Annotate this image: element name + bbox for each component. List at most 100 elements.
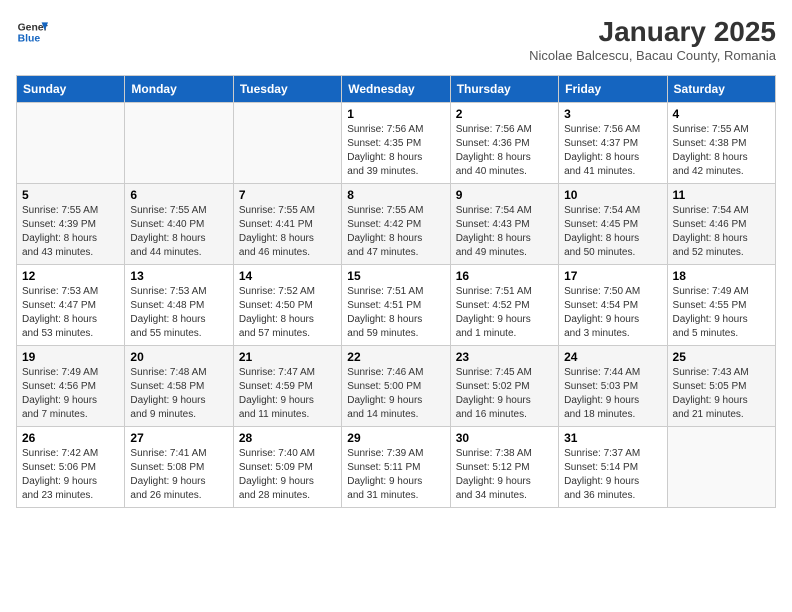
calendar-cell: 8 Sunrise: 7:55 AMSunset: 4:42 PMDaylight… bbox=[342, 184, 450, 265]
day-info: Sunrise: 7:42 AMSunset: 5:06 PMDaylight:… bbox=[22, 447, 119, 503]
day-info: Sunrise: 7:53 AMSunset: 4:47 PMDaylight:… bbox=[22, 285, 119, 341]
calendar-cell bbox=[17, 103, 125, 184]
day-number: 31 bbox=[564, 431, 661, 445]
day-info: Sunrise: 7:53 AMSunset: 4:48 PMDaylight:… bbox=[130, 285, 227, 341]
day-info: Sunrise: 7:55 AMSunset: 4:39 PMDaylight:… bbox=[22, 204, 119, 260]
day-number: 15 bbox=[347, 269, 444, 283]
calendar-week-3: 12Sunrise: 7:53 AMSunset: 4:47 PMDayligh… bbox=[17, 265, 776, 346]
calendar-cell: 21 Sunrise: 7:47 AMSunset: 4:59 PMDayligh… bbox=[233, 346, 341, 427]
calendar-week-1: 1Sunrise: 7:56 AMSunset: 4:35 PMDaylight… bbox=[17, 103, 776, 184]
day-number: 23 bbox=[456, 350, 553, 364]
page-header: General Blue January 2025 Nicolae Balces… bbox=[16, 16, 776, 63]
calendar-cell: 31 Sunrise: 7:37 AMSunset: 5:14 PMDayligh… bbox=[559, 427, 667, 508]
weekday-header-sunday: Sunday bbox=[17, 76, 125, 103]
day-info: Sunrise: 7:54 AMSunset: 4:43 PMDaylight:… bbox=[456, 204, 553, 260]
svg-text:Blue: Blue bbox=[18, 34, 41, 45]
day-number: 26 bbox=[22, 431, 119, 445]
day-number: 10 bbox=[564, 188, 661, 202]
day-number: 21 bbox=[239, 350, 336, 364]
day-info: Sunrise: 7:56 AMSunset: 4:36 PMDaylight:… bbox=[456, 123, 553, 179]
day-info: Sunrise: 7:37 AMSunset: 5:14 PMDaylight:… bbox=[564, 447, 661, 503]
weekday-header-row: SundayMondayTuesdayWednesdayThursdayFrid… bbox=[17, 76, 776, 103]
day-info: Sunrise: 7:39 AMSunset: 5:11 PMDaylight:… bbox=[347, 447, 444, 503]
day-number: 11 bbox=[673, 188, 770, 202]
calendar-cell: 3Sunrise: 7:56 AMSunset: 4:37 PMDaylight… bbox=[559, 103, 667, 184]
weekday-header-wednesday: Wednesday bbox=[342, 76, 450, 103]
calendar-cell: 12Sunrise: 7:53 AMSunset: 4:47 PMDayligh… bbox=[17, 265, 125, 346]
day-number: 28 bbox=[239, 431, 336, 445]
day-number: 13 bbox=[130, 269, 227, 283]
logo-icon: General Blue bbox=[16, 16, 48, 48]
day-info: Sunrise: 7:49 AMSunset: 4:55 PMDaylight:… bbox=[673, 285, 770, 341]
month-title: January 2025 bbox=[529, 16, 776, 48]
logo: General Blue bbox=[16, 16, 48, 48]
calendar-cell: 14 Sunrise: 7:52 AMSunset: 4:50 PMDayligh… bbox=[233, 265, 341, 346]
day-info: Sunrise: 7:51 AMSunset: 4:52 PMDaylight:… bbox=[456, 285, 553, 341]
day-info: Sunrise: 7:41 AMSunset: 5:08 PMDaylight:… bbox=[130, 447, 227, 503]
day-number: 20 bbox=[130, 350, 227, 364]
calendar-cell bbox=[125, 103, 233, 184]
day-info: Sunrise: 7:55 AMSunset: 4:42 PMDaylight:… bbox=[347, 204, 444, 260]
calendar-cell: 17 Sunrise: 7:50 AMSunset: 4:54 PMDayligh… bbox=[559, 265, 667, 346]
day-number: 14 bbox=[239, 269, 336, 283]
day-info: Sunrise: 7:54 AMSunset: 4:46 PMDaylight:… bbox=[673, 204, 770, 260]
calendar-cell: 25 Sunrise: 7:43 AMSunset: 5:05 PMDayligh… bbox=[667, 346, 775, 427]
day-number: 8 bbox=[347, 188, 444, 202]
day-number: 4 bbox=[673, 107, 770, 121]
calendar-cell: 29Sunrise: 7:39 AMSunset: 5:11 PMDayligh… bbox=[342, 427, 450, 508]
day-number: 25 bbox=[673, 350, 770, 364]
day-number: 22 bbox=[347, 350, 444, 364]
calendar-cell: 26 Sunrise: 7:42 AMSunset: 5:06 PMDayligh… bbox=[17, 427, 125, 508]
day-info: Sunrise: 7:43 AMSunset: 5:05 PMDaylight:… bbox=[673, 366, 770, 422]
day-info: Sunrise: 7:51 AMSunset: 4:51 PMDaylight:… bbox=[347, 285, 444, 341]
calendar-week-4: 19Sunrise: 7:49 AMSunset: 4:56 PMDayligh… bbox=[17, 346, 776, 427]
calendar-cell: 15 Sunrise: 7:51 AMSunset: 4:51 PMDayligh… bbox=[342, 265, 450, 346]
day-info: Sunrise: 7:55 AMSunset: 4:40 PMDaylight:… bbox=[130, 204, 227, 260]
calendar-cell: 13 Sunrise: 7:53 AMSunset: 4:48 PMDayligh… bbox=[125, 265, 233, 346]
day-number: 7 bbox=[239, 188, 336, 202]
calendar-cell: 22 Sunrise: 7:46 AMSunset: 5:00 PMDayligh… bbox=[342, 346, 450, 427]
day-number: 16 bbox=[456, 269, 553, 283]
calendar-cell: 18 Sunrise: 7:49 AMSunset: 4:55 PMDayligh… bbox=[667, 265, 775, 346]
day-number: 19 bbox=[22, 350, 119, 364]
weekday-header-thursday: Thursday bbox=[450, 76, 558, 103]
calendar-cell: 5 Sunrise: 7:55 AMSunset: 4:39 PMDaylight… bbox=[17, 184, 125, 265]
day-number: 5 bbox=[22, 188, 119, 202]
calendar-cell: 16 Sunrise: 7:51 AMSunset: 4:52 PMDayligh… bbox=[450, 265, 558, 346]
day-number: 6 bbox=[130, 188, 227, 202]
calendar-week-5: 26 Sunrise: 7:42 AMSunset: 5:06 PMDayligh… bbox=[17, 427, 776, 508]
day-info: Sunrise: 7:52 AMSunset: 4:50 PMDaylight:… bbox=[239, 285, 336, 341]
day-info: Sunrise: 7:54 AMSunset: 4:45 PMDaylight:… bbox=[564, 204, 661, 260]
day-number: 9 bbox=[456, 188, 553, 202]
day-info: Sunrise: 7:44 AMSunset: 5:03 PMDaylight:… bbox=[564, 366, 661, 422]
day-number: 30 bbox=[456, 431, 553, 445]
location-subtitle: Nicolae Balcescu, Bacau County, Romania bbox=[529, 48, 776, 63]
day-info: Sunrise: 7:50 AMSunset: 4:54 PMDaylight:… bbox=[564, 285, 661, 341]
calendar-cell: 27Sunrise: 7:41 AMSunset: 5:08 PMDayligh… bbox=[125, 427, 233, 508]
calendar-cell: 11 Sunrise: 7:54 AMSunset: 4:46 PMDayligh… bbox=[667, 184, 775, 265]
day-info: Sunrise: 7:56 AMSunset: 4:35 PMDaylight:… bbox=[347, 123, 444, 179]
day-info: Sunrise: 7:56 AMSunset: 4:37 PMDaylight:… bbox=[564, 123, 661, 179]
weekday-header-monday: Monday bbox=[125, 76, 233, 103]
calendar-cell: 2Sunrise: 7:56 AMSunset: 4:36 PMDaylight… bbox=[450, 103, 558, 184]
title-block: January 2025 Nicolae Balcescu, Bacau Cou… bbox=[529, 16, 776, 63]
calendar-cell: 1Sunrise: 7:56 AMSunset: 4:35 PMDaylight… bbox=[342, 103, 450, 184]
calendar-cell bbox=[667, 427, 775, 508]
calendar-cell: 4Sunrise: 7:55 AMSunset: 4:38 PMDaylight… bbox=[667, 103, 775, 184]
day-info: Sunrise: 7:45 AMSunset: 5:02 PMDaylight:… bbox=[456, 366, 553, 422]
calendar-week-2: 5 Sunrise: 7:55 AMSunset: 4:39 PMDaylight… bbox=[17, 184, 776, 265]
calendar-cell: 20Sunrise: 7:48 AMSunset: 4:58 PMDayligh… bbox=[125, 346, 233, 427]
day-info: Sunrise: 7:47 AMSunset: 4:59 PMDaylight:… bbox=[239, 366, 336, 422]
calendar-cell: 30 Sunrise: 7:38 AMSunset: 5:12 PMDayligh… bbox=[450, 427, 558, 508]
day-number: 17 bbox=[564, 269, 661, 283]
calendar-cell: 28 Sunrise: 7:40 AMSunset: 5:09 PMDayligh… bbox=[233, 427, 341, 508]
calendar-cell: 24 Sunrise: 7:44 AMSunset: 5:03 PMDayligh… bbox=[559, 346, 667, 427]
weekday-header-tuesday: Tuesday bbox=[233, 76, 341, 103]
day-info: Sunrise: 7:46 AMSunset: 5:00 PMDaylight:… bbox=[347, 366, 444, 422]
day-info: Sunrise: 7:40 AMSunset: 5:09 PMDaylight:… bbox=[239, 447, 336, 503]
day-number: 24 bbox=[564, 350, 661, 364]
day-number: 18 bbox=[673, 269, 770, 283]
day-info: Sunrise: 7:38 AMSunset: 5:12 PMDaylight:… bbox=[456, 447, 553, 503]
calendar-cell: 10 Sunrise: 7:54 AMSunset: 4:45 PMDayligh… bbox=[559, 184, 667, 265]
day-info: Sunrise: 7:55 AMSunset: 4:41 PMDaylight:… bbox=[239, 204, 336, 260]
